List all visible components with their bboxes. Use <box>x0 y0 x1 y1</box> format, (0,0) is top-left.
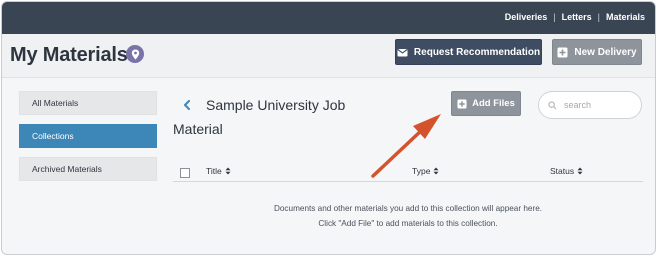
nav-separator: | <box>597 12 600 22</box>
search-input[interactable] <box>562 99 636 111</box>
collection-title-line2: Material <box>173 121 223 137</box>
sort-icon <box>225 167 231 175</box>
request-recommendation-label: Request Recommendation <box>413 46 541 58</box>
location-pin-icon[interactable] <box>126 45 144 63</box>
column-type-label: Type <box>412 166 431 176</box>
collection-title-line1: Sample University Job <box>206 97 346 113</box>
top-bar: Deliveries | Letters | Materials <box>2 2 655 34</box>
column-status-label: Status <box>550 166 575 176</box>
search-icon <box>548 100 557 109</box>
request-recommendation-button[interactable]: Request Recommendation <box>395 39 542 65</box>
table-header: Title Type Status <box>173 163 643 182</box>
add-files-button[interactable]: Add Files <box>451 91 521 116</box>
sort-icon <box>577 167 583 175</box>
select-all-checkbox[interactable] <box>180 168 190 178</box>
sidebar-item-all-materials[interactable]: All Materials <box>19 91 157 115</box>
empty-state-message: Documents and other materials you add to… <box>173 201 643 231</box>
column-title-label: Title <box>206 166 222 176</box>
new-delivery-label: New Delivery <box>574 46 637 58</box>
empty-state-line2: Click "Add File" to add materials to thi… <box>318 219 498 228</box>
add-files-label: Add Files <box>472 98 515 109</box>
page-header: My Materials Request Recommendation New … <box>2 34 655 78</box>
search-box[interactable] <box>538 91 642 119</box>
empty-state-line1: Documents and other materials you add to… <box>273 204 543 213</box>
app-window: Deliveries | Letters | Materials My Mate… <box>1 1 656 255</box>
new-delivery-button[interactable]: New Delivery <box>552 39 642 65</box>
envelope-icon <box>397 48 408 56</box>
nav-materials[interactable]: Materials <box>606 12 645 22</box>
column-header-status[interactable]: Status <box>550 166 583 176</box>
plus-box-icon <box>457 98 467 109</box>
page-title: My Materials <box>10 44 128 66</box>
sidebar-item-collections[interactable]: Collections <box>19 124 157 148</box>
sidebar-item-archived-materials[interactable]: Archived Materials <box>19 157 157 181</box>
nav-letters[interactable]: Letters <box>562 12 592 22</box>
collection-panel: Sample University Job Material Add Files… <box>173 86 643 246</box>
column-header-title[interactable]: Title <box>206 166 231 176</box>
nav-separator: | <box>553 12 556 22</box>
sort-icon <box>433 167 439 175</box>
plus-box-icon <box>557 47 568 57</box>
column-header-type[interactable]: Type <box>412 166 439 176</box>
collection-title: Sample University Job Material <box>173 93 373 141</box>
nav-deliveries[interactable]: Deliveries <box>505 12 548 22</box>
sidebar: All Materials Collections Archived Mater… <box>19 91 157 190</box>
top-nav: Deliveries | Letters | Materials <box>505 12 645 22</box>
